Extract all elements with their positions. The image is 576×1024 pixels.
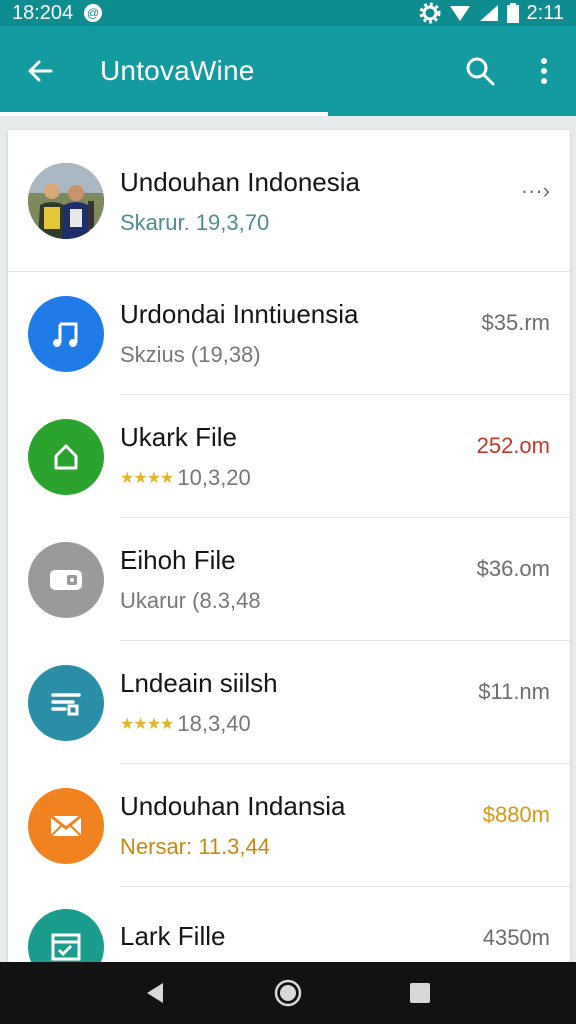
list-item[interactable]: Ukark File ★★★★ 10,3,20 252.om (8, 395, 570, 518)
notification-icon: @ (83, 3, 103, 23)
check-doc-icon (28, 909, 104, 962)
list-item[interactable]: Undouhan Indansia Nersar: 11.3,44 $880m (8, 764, 570, 887)
svg-text:@: @ (87, 6, 99, 20)
item-title: Lndeain siilsh (120, 668, 278, 698)
item-title: Undouhan Indonesia (120, 166, 360, 197)
status-time-left: 18:204 (12, 1, 74, 24)
battery-icon (506, 3, 519, 23)
system-nav-bar (0, 962, 576, 1024)
item-size: $11.nm (478, 679, 550, 704)
recents-square-icon[interactable] (390, 968, 450, 1018)
item-size: $35.rm (481, 310, 550, 335)
item-subtitle-text: 18,3,40 (177, 711, 251, 736)
signal-icon (479, 4, 499, 22)
rating-stars: ★★★★ (120, 716, 174, 733)
back-triangle-icon[interactable] (126, 968, 186, 1018)
music-note-icon (28, 295, 104, 372)
item-size: 252.om (476, 433, 550, 458)
list-item[interactable]: Eihoh File Ukarur (8.3,48 $36.om (8, 518, 570, 641)
home-icon (28, 418, 104, 495)
item-size: $36.om (476, 556, 550, 581)
item-title: Ukark File (120, 422, 238, 452)
app-title: UntovaWine (100, 55, 255, 86)
item-size: 4350m (482, 925, 550, 950)
item-subtitle: Skzius (19,38) (120, 342, 261, 367)
search-icon[interactable] (448, 26, 512, 116)
list-item[interactable]: Undouhan Indonesia Skarur. 19,3,70 ···› (8, 130, 570, 272)
gear-icon (419, 2, 441, 24)
rating-stars: ★★★★ (120, 470, 174, 487)
item-subtitle: ★★★★ 10,3,20 (120, 465, 477, 491)
item-subtitle-text: 10,3,20 (177, 465, 251, 490)
item-subtitle: Nersar: 11.3,44 (120, 834, 271, 859)
status-time-right: 2:11 (526, 1, 564, 24)
list-item[interactable]: Urdondai Inntiuensia Skzius (19,38) $35.… (8, 272, 570, 395)
item-title: Undouhan Indansia (120, 791, 346, 821)
mail-icon (28, 787, 104, 864)
list-item[interactable]: Lark Fille 4350m (8, 887, 570, 962)
item-subtitle: ★★★★ 18,3,40 (120, 711, 478, 737)
more-vert-icon[interactable] (512, 26, 576, 116)
file-lines-icon (28, 664, 104, 741)
item-title: Lark Fille (120, 921, 226, 951)
item-subtitle: Ukarur (8.3,48 (120, 588, 261, 613)
item-title: Urdondai Inntiuensia (120, 299, 359, 329)
tab-indicator (0, 112, 328, 116)
wallet-icon (28, 541, 104, 618)
file-list: Undouhan Indonesia Skarur. 19,3,70 ···› … (8, 130, 570, 962)
back-arrow-icon[interactable] (0, 26, 80, 116)
item-size: $880m (482, 802, 550, 827)
wifi-icon (449, 4, 471, 22)
status-bar: 18:204 @ 2:11 (0, 0, 576, 26)
item-subtitle: Skarur. 19,3,70 (120, 209, 270, 235)
photo-avatar (28, 163, 104, 239)
home-circle-icon[interactable] (258, 968, 318, 1018)
more-arrow-icon[interactable]: ···› (521, 178, 550, 204)
app-bar: UntovaWine (0, 26, 576, 116)
list-item[interactable]: Lndeain siilsh ★★★★ 18,3,40 $11.nm (8, 641, 570, 764)
item-title: Eihoh File (120, 545, 236, 575)
